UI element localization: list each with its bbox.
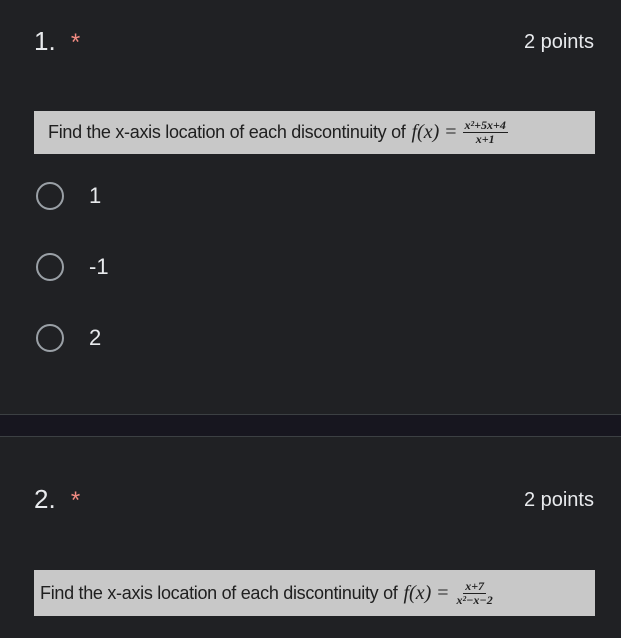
fraction-numerator: x+7	[463, 578, 487, 594]
option-neg-1[interactable]: -1	[36, 249, 109, 285]
option-label: 1	[89, 183, 102, 208]
points-label: 2 points	[523, 31, 594, 53]
fraction-denominator: x+1	[475, 132, 495, 146]
question-card-1: 1. * 2 points Find the x-axis location o…	[0, 0, 621, 414]
option-label: -1	[89, 254, 109, 279]
equals-sign: =	[445, 121, 457, 143]
section-divider	[0, 414, 621, 437]
question-image: Find the x-axis location of each discont…	[34, 111, 595, 154]
function-label: f(x)	[411, 121, 440, 143]
question-header: 2. *	[34, 484, 80, 515]
radio-button[interactable]	[36, 324, 64, 352]
question-prompt: Find the x-axis location of each discont…	[48, 122, 406, 142]
fraction-denominator: x²−x−2	[456, 592, 493, 607]
answer-options: 1 -1 2	[36, 178, 109, 391]
function-label: f(x)	[403, 581, 432, 604]
fraction: x+7 x²−x−2	[455, 578, 495, 607]
question-number: 1.	[34, 26, 56, 56]
required-asterisk: *	[70, 29, 81, 56]
fraction-numerator: x²+5x+4	[462, 118, 508, 133]
question-number: 2.	[34, 484, 56, 514]
option-2[interactable]: 2	[36, 320, 109, 356]
radio-button[interactable]	[36, 253, 64, 281]
option-1[interactable]: 1	[36, 178, 109, 214]
option-label: 2	[89, 325, 102, 350]
fraction: x²+5x+4 x+1	[462, 118, 508, 146]
question-header: 1. *	[34, 26, 80, 57]
equals-sign: =	[437, 581, 449, 604]
required-asterisk: *	[70, 487, 81, 514]
question-prompt: Find the x-axis location of each discont…	[40, 582, 398, 603]
points-label: 2 points	[523, 489, 594, 511]
radio-button[interactable]	[36, 182, 64, 210]
question-card-2: 2. * 2 points Find the x-axis location o…	[0, 437, 621, 638]
question-image: Find the x-axis location of each discont…	[34, 570, 595, 616]
